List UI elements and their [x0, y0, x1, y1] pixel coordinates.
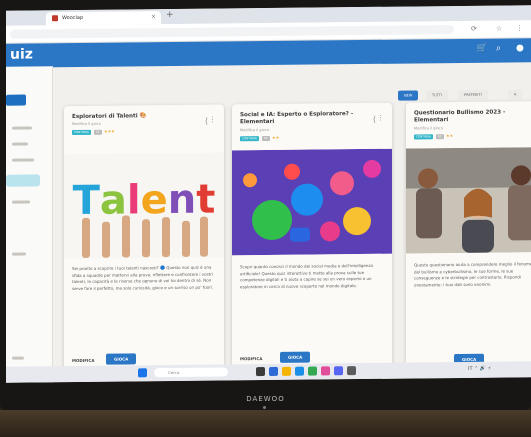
- card-subtitle: Modifica il gioco: [72, 121, 101, 127]
- card-description: Questo questionario aiuta a comprendere …: [414, 261, 531, 288]
- system-tray[interactable]: IT ⌃ 🔊 ⚡: [468, 366, 491, 372]
- power-led: [263, 406, 266, 409]
- edge-icon[interactable]: [295, 366, 304, 376]
- monitor: Wooclap × + ⟳ ☆ ⋮ uiz 🛒 ⌕ ● NEW TUTTI PR…: [0, 0, 531, 410]
- reload-icon[interactable]: ⟳: [471, 25, 477, 33]
- card-tag: CONTINUA: [240, 136, 259, 142]
- share-icon[interactable]: ⟨: [373, 115, 376, 124]
- quiz-card-talent[interactable]: Esploratori di Talenti 🎨 Modifica il gio…: [64, 104, 224, 377]
- windows-start-icon[interactable]: [138, 368, 147, 378]
- sidebar-item[interactable]: [12, 142, 28, 146]
- card-rating: ★★: [272, 134, 280, 140]
- app-icon[interactable]: [321, 366, 330, 376]
- quiz-card-social[interactable]: Social e IA: Esperto o Esploratore? - El…: [232, 102, 392, 375]
- taskbar-search[interactable]: Cerca: [154, 367, 228, 378]
- card-tag: SC: [94, 129, 102, 135]
- sidebar-item[interactable]: [12, 252, 26, 256]
- talent-letter: T: [73, 178, 101, 224]
- browser-tab[interactable]: Wooclap ×: [46, 11, 161, 26]
- filter-new[interactable]: NEW: [398, 90, 419, 101]
- card-rating: ★★★: [104, 128, 115, 134]
- app-header: uiz 🛒 ⌕ ●: [6, 38, 531, 68]
- sidebar-item[interactable]: [12, 126, 32, 130]
- task-view-icon[interactable]: [256, 367, 265, 377]
- play-button[interactable]: GIOCA: [106, 353, 137, 365]
- filter-favorites[interactable]: PREFERITI: [458, 89, 488, 101]
- filter-a[interactable]: A: [508, 89, 523, 100]
- search-icon[interactable]: ⌕: [496, 44, 501, 54]
- user-icon[interactable]: ●: [516, 43, 524, 53]
- card-subtitle: Modifica il gioco: [240, 127, 269, 133]
- card-tag: CONTINUA: [72, 129, 91, 136]
- url-field[interactable]: [10, 25, 454, 39]
- card-image-talent: Talent: [64, 152, 224, 260]
- card-title: Esploratori di Talenti 🎨: [72, 113, 147, 121]
- edit-button[interactable]: MODIFICA: [240, 356, 262, 361]
- menu-icon[interactable]: ⋮: [516, 24, 523, 32]
- favicon-icon: [52, 15, 58, 22]
- app-icon[interactable]: [269, 366, 278, 376]
- card-tag: SC: [436, 134, 444, 140]
- more-icon[interactable]: ⋮: [377, 114, 384, 122]
- app-icon[interactable]: [347, 366, 356, 376]
- card-tag: CONTINUA: [414, 134, 433, 140]
- star-icon[interactable]: ☆: [496, 25, 502, 33]
- chrome-icon[interactable]: [308, 366, 317, 376]
- card-description: Sei pronto a scoprire i tuoi talenti nas…: [72, 264, 214, 291]
- edit-button[interactable]: MODIFICA: [72, 358, 94, 363]
- new-tab-button[interactable]: +: [166, 10, 174, 20]
- sidebar: [6, 66, 53, 383]
- card-rating: ★★: [446, 133, 454, 139]
- sidebar-item[interactable]: [12, 200, 30, 204]
- tab-title: Wooclap: [62, 14, 84, 22]
- card-subtitle: Modifica il gioco: [414, 126, 443, 131]
- filter-all[interactable]: TUTTI: [426, 90, 448, 101]
- monitor-brand: DAEWOO: [246, 395, 285, 403]
- quiz-card-bullying[interactable]: Questionario Bullismo 2023 - Elementari …: [406, 101, 531, 373]
- card-tag: SC: [262, 135, 270, 142]
- close-tab-icon[interactable]: ×: [151, 13, 156, 20]
- svg-text:Talent: Talent: [73, 177, 216, 224]
- sidebar-active-item[interactable]: [6, 174, 40, 187]
- card-title: Social e IA: Esperto o Esploratore? - El…: [240, 111, 354, 126]
- file-explorer-icon[interactable]: [282, 366, 291, 376]
- more-icon[interactable]: ⋮: [209, 116, 216, 124]
- card-description: Scopri quanto conosci il mondo dei socia…: [240, 262, 373, 290]
- sidebar-button[interactable]: [6, 94, 26, 106]
- share-icon[interactable]: ⟨: [205, 117, 208, 126]
- sidebar-item[interactable]: [12, 356, 24, 360]
- sidebar-item[interactable]: [12, 158, 34, 162]
- card-image-social: [232, 148, 392, 256]
- card-image-bullying: [406, 147, 531, 254]
- app-logo[interactable]: uiz: [10, 46, 33, 62]
- play-button[interactable]: GIOCA: [280, 351, 311, 363]
- desk-surface: [0, 410, 531, 437]
- cart-icon[interactable]: 🛒: [476, 44, 487, 54]
- screen: Wooclap × + ⟳ ☆ ⋮ uiz 🛒 ⌕ ● NEW TUTTI PR…: [6, 5, 531, 383]
- app-icon[interactable]: [334, 366, 343, 376]
- card-title: Questionario Bullismo 2023 - Elementari: [414, 109, 506, 124]
